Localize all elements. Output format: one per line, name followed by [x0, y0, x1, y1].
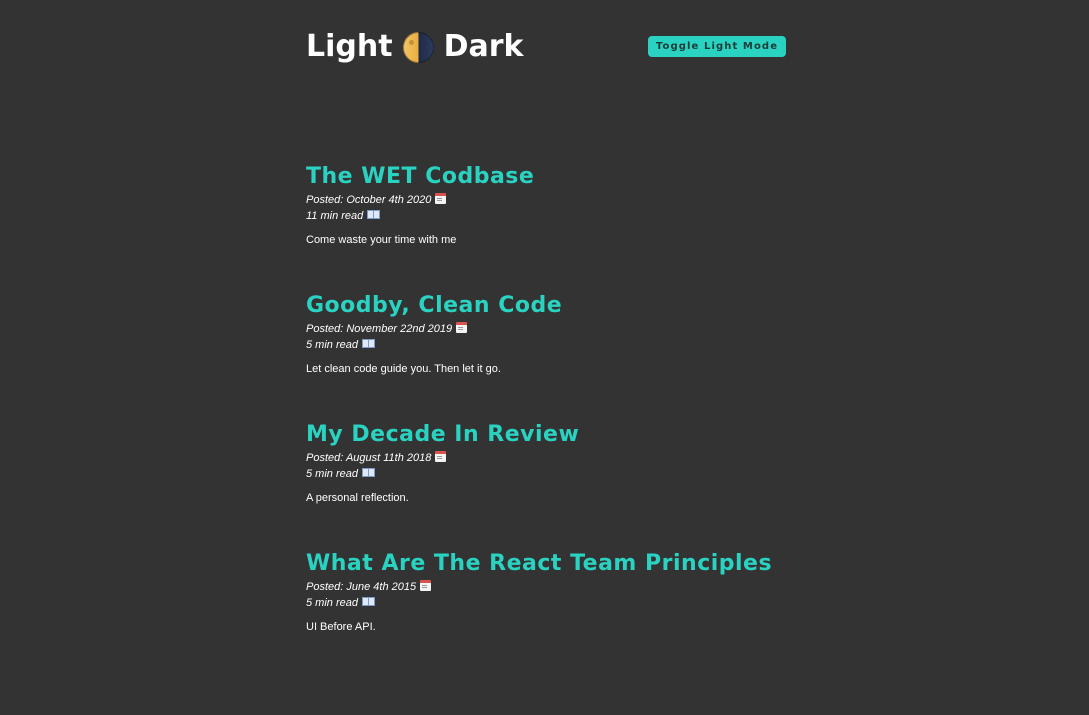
- blog-container: Light Dark Toggle Light Mode The WET Cod…: [306, 0, 786, 633]
- post-date: Posted: June 4th 2015: [306, 579, 786, 595]
- post-title-link[interactable]: My Decade In Review: [306, 420, 786, 450]
- open-book-icon: [367, 210, 381, 219]
- site-header: Light Dark Toggle Light Mode: [306, 0, 786, 90]
- post-read-time-text: 5 min read: [306, 597, 358, 609]
- post-date: Posted: October 4th 2020: [306, 192, 786, 208]
- post-date: Posted: November 22nd 2019: [306, 321, 786, 337]
- post-read-time: 11 min read: [306, 208, 786, 224]
- post-excerpt: UI Before API.: [306, 621, 376, 633]
- post-date-text: Posted: November 22nd 2019: [306, 323, 453, 335]
- post-excerpt: Come waste your time with me: [306, 234, 457, 246]
- post-date-text: Posted: October 4th 2020: [306, 194, 432, 206]
- post-read-time: 5 min read: [306, 466, 786, 482]
- post-date-text: Posted: June 4th 2015: [306, 581, 417, 593]
- post-read-time-text: 5 min read: [306, 339, 358, 351]
- open-book-icon: [361, 597, 375, 606]
- post-read-time-text: 5 min read: [306, 468, 358, 480]
- calendar-icon: [435, 451, 447, 462]
- open-book-icon: [361, 339, 375, 348]
- post-date-text: Posted: August 11th 2018: [306, 452, 432, 464]
- site-title-dark: Dark: [443, 29, 524, 64]
- post-item: The WET Codbase Posted: October 4th 2020…: [306, 162, 786, 291]
- calendar-icon: [420, 580, 432, 591]
- post-excerpt: A personal reflection.: [306, 492, 409, 504]
- post-title-link[interactable]: The WET Codbase: [306, 162, 786, 192]
- site-title[interactable]: Light Dark: [306, 29, 523, 65]
- post-read-time-text: 11 min read: [306, 210, 364, 222]
- post-excerpt: Let clean code guide you. Then let it go…: [306, 363, 501, 375]
- post-item: My Decade In Review Posted: August 11th …: [306, 420, 786, 549]
- half-moon-icon: [402, 31, 434, 63]
- post-title-link[interactable]: Goodby, Clean Code: [306, 291, 786, 321]
- post-item: What Are The React Team Principles Poste…: [306, 549, 786, 678]
- calendar-icon: [456, 322, 468, 333]
- post-read-time: 5 min read: [306, 337, 786, 353]
- post-date: Posted: August 11th 2018: [306, 450, 786, 466]
- post-item: Goodby, Clean Code Posted: November 22nd…: [306, 291, 786, 420]
- page: Light Dark Toggle Light Mode The WET Cod…: [0, 0, 1089, 715]
- calendar-icon: [435, 193, 447, 204]
- post-read-time: 5 min read: [306, 595, 786, 611]
- toggle-light-mode-button[interactable]: Toggle Light Mode: [648, 36, 786, 57]
- site-title-light: Light: [306, 29, 393, 64]
- post-list: The WET Codbase Posted: October 4th 2020…: [306, 162, 786, 678]
- post-title-link[interactable]: What Are The React Team Principles: [306, 549, 786, 579]
- open-book-icon: [361, 468, 375, 477]
